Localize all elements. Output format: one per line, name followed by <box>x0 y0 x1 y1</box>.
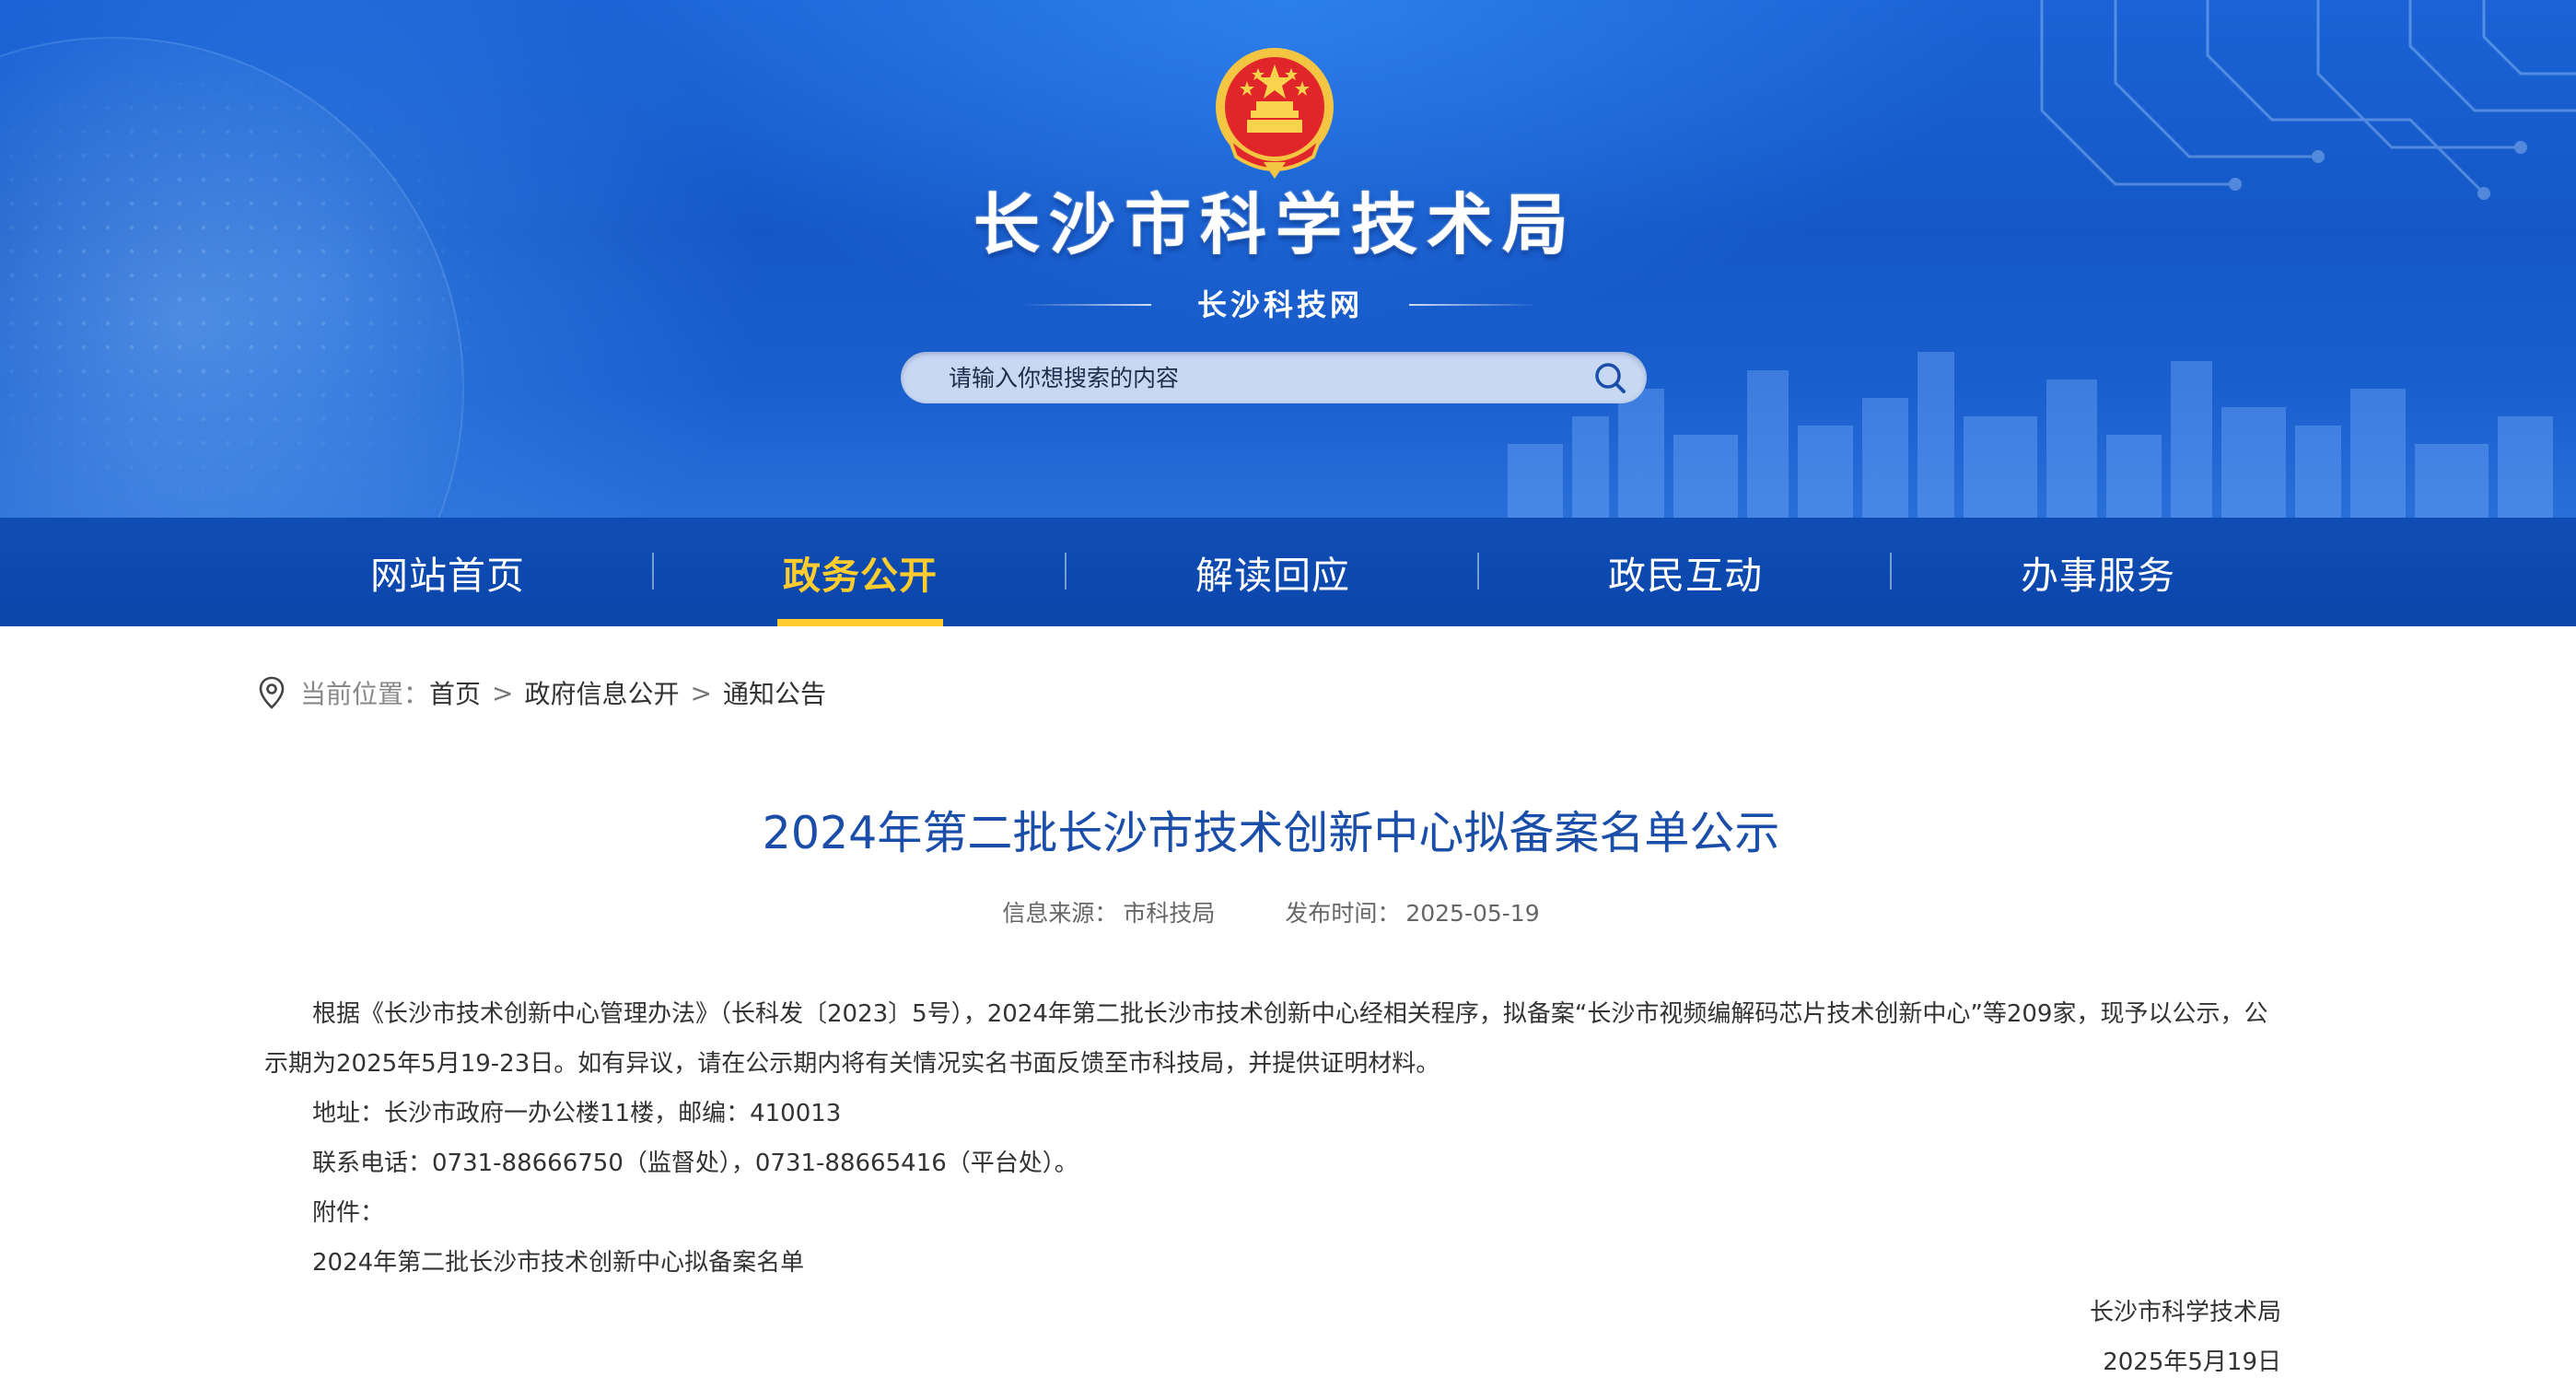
breadcrumb-separator: > <box>492 677 514 708</box>
search-box <box>901 352 1647 403</box>
nav-item-label: 解读回应 <box>1195 554 1350 598</box>
subtitle-divider-left <box>1022 304 1151 306</box>
site-subtitle: 长沙科技网 <box>1196 287 1363 322</box>
article-paragraph: 地址：长沙市政府一办公楼11楼，邮编：410013 <box>312 1100 842 1127</box>
source-label: 信息来源： <box>1002 900 1118 927</box>
nav-item-label: 办事服务 <box>2021 554 2175 598</box>
article-paragraph: 附件： <box>312 1199 385 1227</box>
header-banner: 长沙市科学技术局 长沙科技网 <box>0 0 2576 518</box>
nav-item-services[interactable]: 办事服务 <box>1892 518 2304 626</box>
location-pin-icon <box>259 676 285 709</box>
article-paragraph: 根据《长沙市技术创新中心管理办法》（长科发〔2023〕5号），2024年第二批长… <box>264 1000 2268 1078</box>
banner-dots-decoration <box>0 0 516 518</box>
breadcrumb-item-gov-info[interactable]: 政府信息公开 <box>525 674 680 711</box>
subtitle-divider-right <box>1409 304 1538 306</box>
source-value: 市科技局 <box>1123 900 1216 927</box>
article-title: 2024年第二批长沙市技术创新中心拟备案名单公示 <box>762 807 1780 859</box>
main-nav-items: 网站首页 政务公开 解读回应 政民互动 办事服务 <box>241 518 2304 626</box>
main-nav: 网站首页 政务公开 解读回应 政民互动 办事服务 <box>0 518 2576 626</box>
search-icon[interactable] <box>1593 361 1626 394</box>
nav-item-label: 政务公开 <box>783 554 938 598</box>
breadcrumb-item-notices[interactable]: 通知公告 <box>723 674 826 711</box>
signature-date: 2025年5月19日 <box>2103 1348 2281 1376</box>
site-title: 长沙市科学技术局 <box>973 185 1578 263</box>
site-subtitle-group: 长沙科技网 <box>1022 282 1538 328</box>
signature-org: 长沙市科学技术局 <box>2089 1299 2281 1326</box>
article-content: 根据《长沙市技术创新中心管理办法》（长科发〔2023〕5号），2024年第二批长… <box>264 989 2281 1387</box>
nav-item-label: 网站首页 <box>370 554 525 598</box>
attachment-link[interactable]: 2024年第二批长沙市技术创新中心拟备案名单 <box>264 1238 2281 1288</box>
national-emblem-icon <box>1216 48 1334 179</box>
article-meta: 信息来源： 市科技局 发布时间： 2025-05-19 <box>258 895 2284 932</box>
breadcrumb-separator: > <box>690 677 712 708</box>
breadcrumb: 当前位置： 首页 > 政府信息公开 > 通知公告 <box>258 672 826 713</box>
breadcrumb-item-home[interactable]: 首页 <box>429 674 481 711</box>
search-input[interactable] <box>949 352 1538 403</box>
banner-circuit-decoration <box>2040 0 2576 200</box>
nav-item-label: 政民互动 <box>1608 554 1763 598</box>
breadcrumb-label: 当前位置： <box>300 679 430 709</box>
article-paragraph: 联系电话：0731-88666750（监督处），0731-88665416（平台… <box>312 1150 1078 1177</box>
date-label: 发布时间： <box>1285 900 1401 927</box>
nav-item-government-affairs[interactable]: 政务公开 <box>654 518 1067 626</box>
nav-item-interaction[interactable]: 政民互动 <box>1479 518 1892 626</box>
nav-item-interpretation[interactable]: 解读回应 <box>1067 518 1479 626</box>
nav-item-home[interactable]: 网站首页 <box>241 518 654 626</box>
date-value: 2025-05-19 <box>1405 900 1540 927</box>
